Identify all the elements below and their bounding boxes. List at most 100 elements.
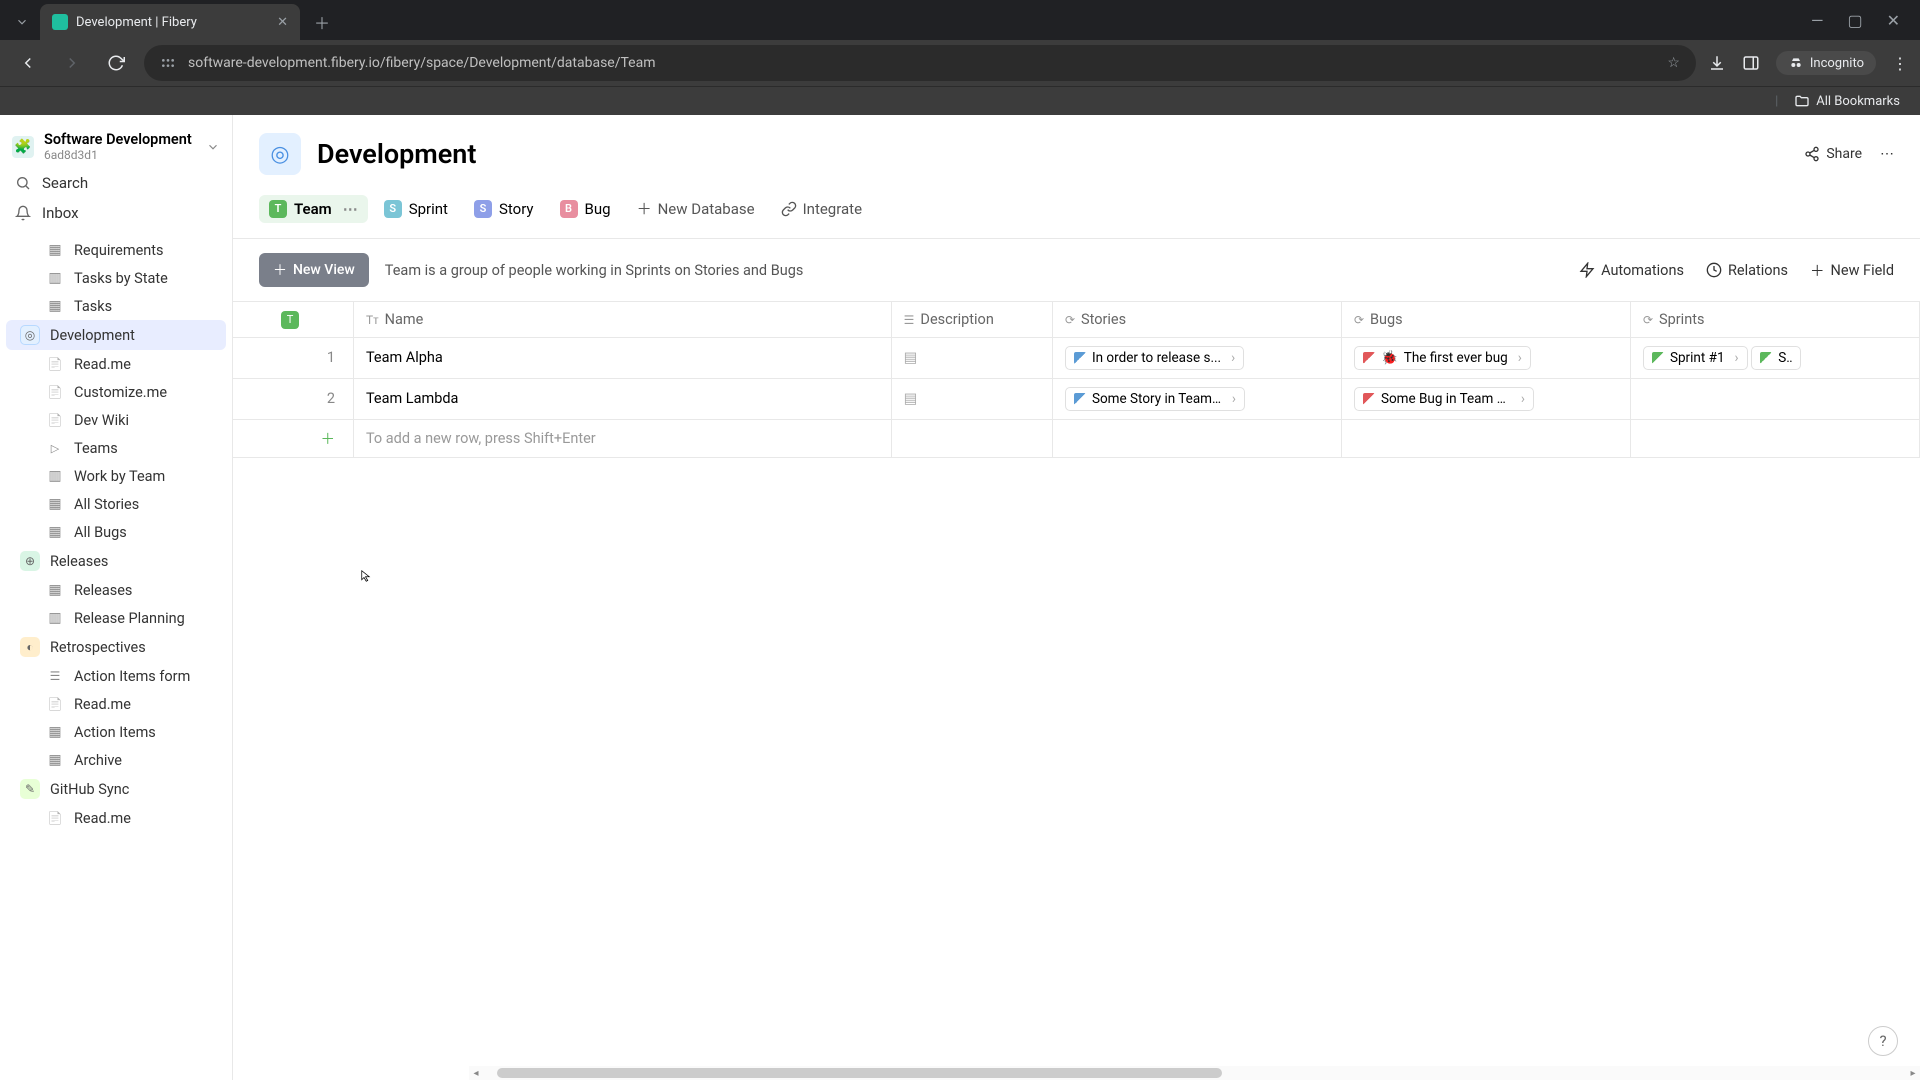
sidebar-item-archive[interactable]: Archive	[6, 746, 226, 774]
scrollbar-track[interactable]	[497, 1068, 1892, 1078]
cell-bugs[interactable]: 🐞The first ever bug›	[1342, 338, 1631, 379]
sidebar-item-releases[interactable]: Releases	[6, 576, 226, 604]
back-button[interactable]	[12, 47, 44, 79]
chevron-down-icon[interactable]	[206, 140, 220, 154]
sidebar-item-action-items[interactable]: Action Items	[6, 718, 226, 746]
reload-button[interactable]	[100, 47, 132, 79]
chip-label: The first ever bug	[1404, 350, 1508, 366]
sidebar-item-all-stories[interactable]: All Stories	[6, 490, 226, 518]
integrate-button[interactable]: Integrate	[771, 195, 872, 223]
sidebar-item-release-planning[interactable]: Release Planning	[6, 604, 226, 632]
horizontal-scrollbar[interactable]: ◂ ▸	[469, 1066, 1920, 1080]
all-bookmarks-button[interactable]: All Bookmarks	[1794, 93, 1900, 109]
url-bar[interactable]: software-development.fibery.io/fibery/sp…	[144, 45, 1696, 81]
tab-team[interactable]: T Team ⋯	[259, 195, 368, 223]
sidebar-item-label: Read.me	[74, 810, 131, 827]
board-icon	[46, 609, 64, 627]
sidebar-item-label: GitHub Sync	[50, 781, 129, 798]
more-menu-icon[interactable]: ⋯	[1880, 146, 1894, 162]
col-sprints[interactable]: ⟳Sprints	[1631, 302, 1920, 338]
incognito-badge[interactable]: Incognito	[1776, 51, 1876, 75]
sidebar-item-readme[interactable]: Read.me	[6, 350, 226, 378]
cell-name[interactable]: Team Lambda	[354, 379, 892, 420]
tab-bug[interactable]: B Bug	[550, 195, 621, 223]
tab-close-icon[interactable]: ✕	[277, 15, 288, 30]
scroll-right-icon[interactable]: ▸	[1906, 1068, 1920, 1079]
workspace-name: Software Development	[44, 131, 196, 148]
sidebar-item-requirements[interactable]: Requirements	[6, 236, 226, 264]
sidebar-section-development[interactable]: ◎Development	[6, 320, 226, 350]
forward-button[interactable]	[56, 47, 88, 79]
new-view-button[interactable]: ＋ New View	[259, 253, 369, 287]
sidebar-item-label: Action Items form	[74, 668, 190, 685]
col-name[interactable]: TᴛName	[354, 302, 892, 338]
browser-tab[interactable]: Development | Fibery ✕	[40, 4, 300, 40]
sidebar-item-all-bugs[interactable]: All Bugs	[6, 518, 226, 546]
sidebar-section-github-sync[interactable]: ✎GitHub Sync	[6, 774, 226, 804]
story-chip[interactable]: Some Story in Team ...›	[1065, 387, 1245, 411]
sidebar-item-readme-gh[interactable]: Read.me	[6, 804, 226, 832]
relations-label: Relations	[1728, 262, 1788, 279]
add-row[interactable]: ＋ To add a new row, press Shift+Enter	[233, 420, 1920, 458]
downloads-icon[interactable]	[1708, 54, 1726, 72]
new-tab-button[interactable]: ＋	[308, 8, 336, 36]
sidebar-item-tasks-by-state[interactable]: Tasks by State	[6, 264, 226, 292]
bug-chip[interactable]: Some Bug in Team L...›	[1354, 387, 1534, 411]
close-window-icon[interactable]: ✕	[1887, 11, 1900, 30]
row-number: 1	[233, 338, 354, 379]
bug-chip[interactable]: 🐞The first ever bug›	[1354, 346, 1531, 370]
search-button[interactable]: Search	[0, 168, 232, 198]
col-stories[interactable]: ⟳Stories	[1053, 302, 1342, 338]
maximize-icon[interactable]: ▢	[1847, 11, 1862, 30]
site-settings-icon[interactable]	[160, 55, 176, 71]
tab-story[interactable]: S Story	[464, 195, 544, 223]
table-row[interactable]: 2 Team Lambda ▤ Some Story in Team ...› …	[233, 379, 1920, 420]
cell-description[interactable]: ▤	[892, 379, 1053, 420]
tab-sprint[interactable]: S Sprint	[374, 195, 458, 223]
sprint-chip[interactable]: Sprint #1›	[1643, 346, 1748, 370]
tab-search-dropdown[interactable]	[8, 8, 36, 36]
story-chip[interactable]: In order to release s...›	[1065, 346, 1244, 370]
table-row[interactable]: 1 Team Alpha ▤ In order to release s...›…	[233, 338, 1920, 379]
sidebar-item-readme-retro[interactable]: Read.me	[6, 690, 226, 718]
view-description: Team is a group of people working in Spr…	[385, 262, 804, 279]
automations-button[interactable]: Automations	[1579, 260, 1684, 281]
tab-more-icon[interactable]: ⋯	[343, 200, 358, 218]
cell-bugs[interactable]: Some Bug in Team L...›	[1342, 379, 1631, 420]
cell-description[interactable]: ▤	[892, 338, 1053, 379]
cell-sprints[interactable]	[1631, 379, 1920, 420]
scrollbar-thumb[interactable]	[497, 1068, 1222, 1078]
share-button[interactable]: Share	[1804, 146, 1862, 162]
cell-stories[interactable]: In order to release s...›	[1053, 338, 1342, 379]
cell-stories[interactable]: Some Story in Team ...›	[1053, 379, 1342, 420]
help-button[interactable]: ?	[1868, 1026, 1898, 1056]
new-field-button[interactable]: ＋ New Field	[1810, 260, 1894, 281]
sidebar-section-retrospectives[interactable]: ◐Retrospectives	[6, 632, 226, 662]
add-row-hint: To add a new row, press Shift+Enter	[354, 420, 892, 458]
sidebar-item-devwiki[interactable]: Dev Wiki	[6, 406, 226, 434]
sprint-chip[interactable]: Spr	[1751, 346, 1801, 370]
scroll-left-icon[interactable]: ◂	[469, 1068, 483, 1079]
side-panel-icon[interactable]	[1742, 54, 1760, 72]
minimize-icon[interactable]: —	[1811, 11, 1824, 30]
col-description[interactable]: ☰Description	[892, 302, 1053, 338]
workspace-switcher[interactable]: 🧩 Software Development 6ad8d3d1	[0, 125, 232, 168]
inbox-button[interactable]: Inbox	[0, 198, 232, 228]
page-title: Development	[317, 138, 476, 170]
sidebar-item-action-items-form[interactable]: Action Items form	[6, 662, 226, 690]
new-database-button[interactable]: ＋ New Database	[627, 193, 765, 224]
col-type-icon[interactable]: T	[233, 302, 354, 338]
sidebar-item-customize[interactable]: Customize.me	[6, 378, 226, 406]
sidebar-section-releases[interactable]: ⊕Releases	[6, 546, 226, 576]
chevron-right-icon: ›	[1518, 350, 1522, 366]
tab-label: Sprint	[409, 200, 448, 218]
sidebar-item-work-by-team[interactable]: Work by Team	[6, 462, 226, 490]
cell-sprints[interactable]: Sprint #1› Spr	[1631, 338, 1920, 379]
chrome-menu-icon[interactable]: ⋮	[1892, 54, 1908, 73]
relations-button[interactable]: Relations	[1706, 260, 1788, 281]
sidebar-item-teams[interactable]: Teams	[6, 434, 226, 462]
bookmark-star-icon[interactable]: ☆	[1667, 55, 1680, 71]
cell-name[interactable]: Team Alpha	[354, 338, 892, 379]
sidebar-item-tasks[interactable]: Tasks	[6, 292, 226, 320]
col-bugs[interactable]: ⟳Bugs	[1342, 302, 1631, 338]
